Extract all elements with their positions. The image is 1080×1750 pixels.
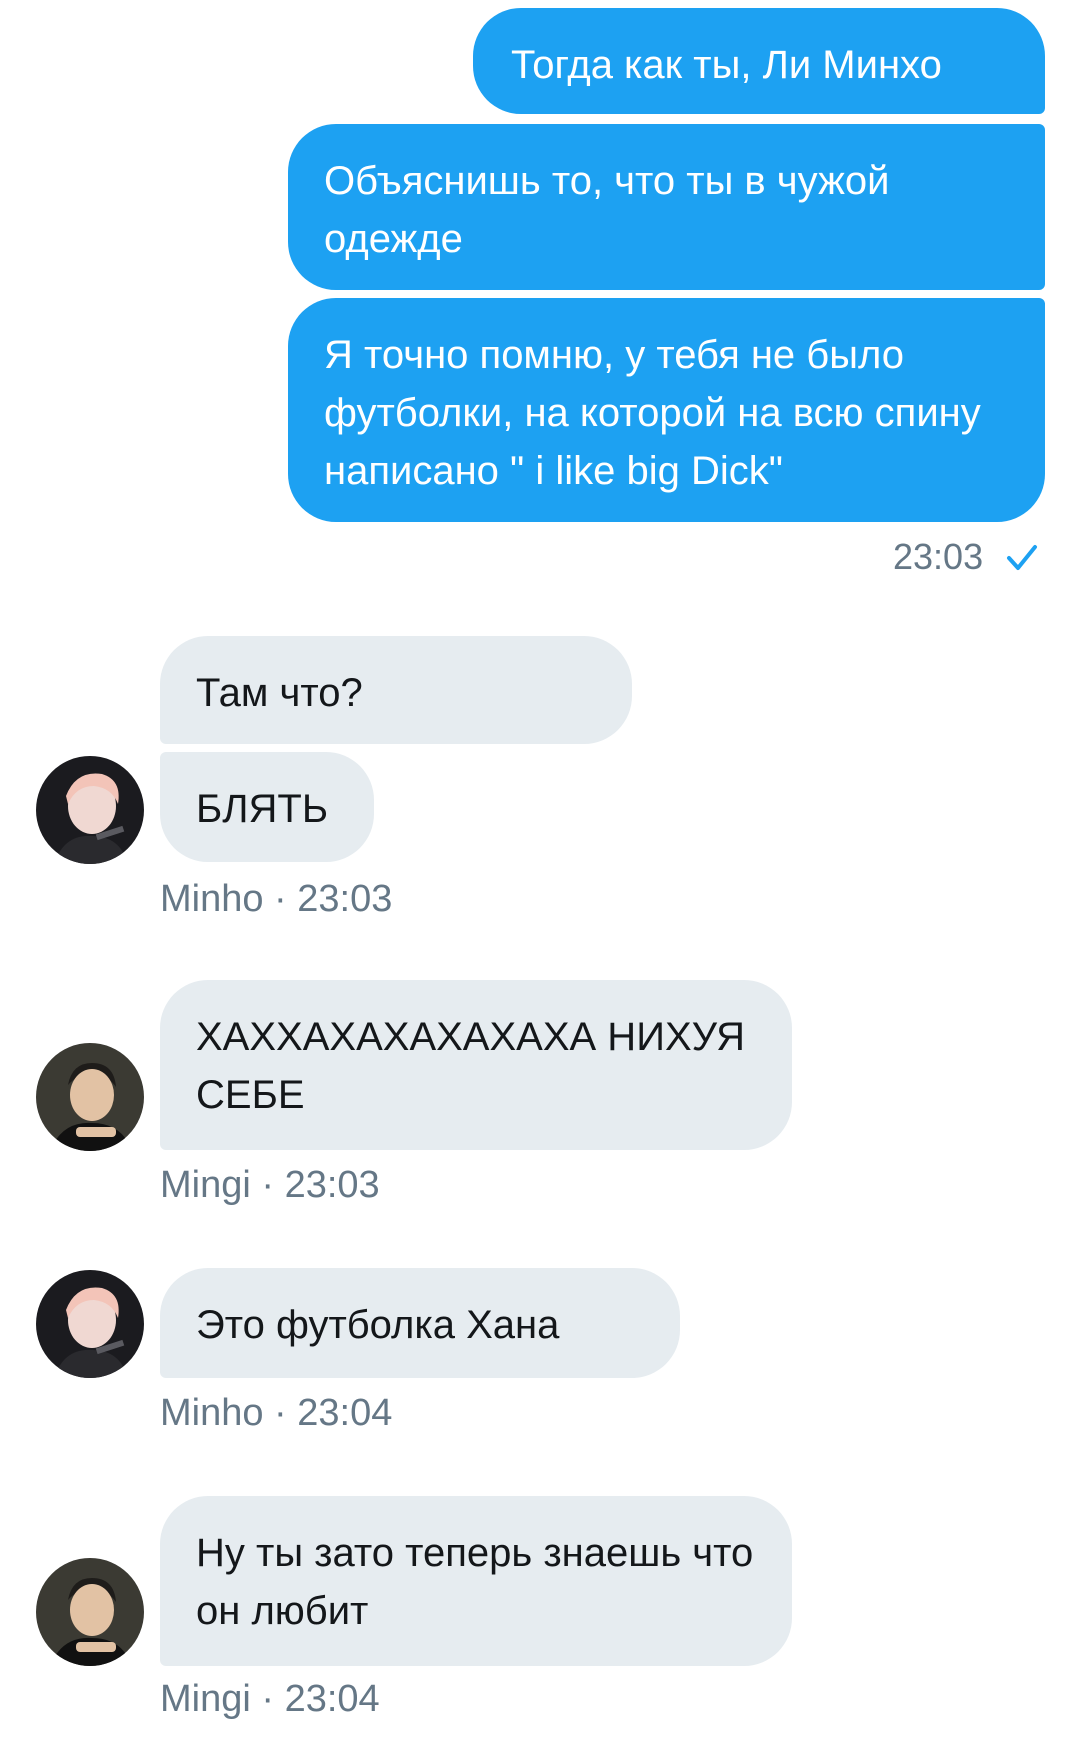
checkmark-icon [1007, 545, 1037, 570]
meta-separator: · [263, 1392, 298, 1434]
avatar-minho[interactable] [36, 1270, 144, 1378]
message-meta: Minho · 23:03 [160, 878, 392, 921]
avatar-minho[interactable] [36, 756, 144, 864]
received-message-bubble[interactable]: Там что? [160, 636, 632, 744]
sent-message-bubble[interactable]: Объяснишь то, что ты в чужой одежде [288, 124, 1045, 290]
sender-name: Mingi [160, 1678, 251, 1720]
sent-message-bubble[interactable]: Я точно помню, у тебя не было футболки, … [288, 298, 1045, 522]
message-text: Я точно помню, у тебя не было футболки, … [324, 333, 981, 493]
message-text: Это футболка Хана [196, 1303, 560, 1347]
meta-separator: · [250, 1164, 285, 1206]
message-text: Ну ты зато теперь знаешь что он любит [196, 1531, 754, 1633]
message-timestamp: 23:04 [284, 1678, 380, 1720]
sender-name: Minho [160, 1392, 264, 1434]
received-message-bubble[interactable]: Ну ты зато теперь знаешь что он любит [160, 1496, 792, 1666]
sent-timestamp: 23:03 [893, 536, 984, 577]
received-message-bubble[interactable]: БЛЯТЬ [160, 752, 374, 862]
sender-name: Minho [160, 878, 264, 920]
received-message-bubble[interactable]: Это футболка Хана [160, 1268, 680, 1378]
message-text: Тогда как ты, Ли Минхо [511, 43, 942, 87]
avatar-mingi[interactable] [36, 1558, 144, 1666]
sender-name: Mingi [160, 1164, 251, 1206]
message-text: БЛЯТЬ [196, 787, 329, 831]
meta-separator: · [263, 878, 298, 920]
meta-separator: · [250, 1678, 285, 1720]
avatar-mingi[interactable] [36, 1043, 144, 1151]
message-text: ХАХХАХАХАХАХАХА НИХУЯ СЕБЕ [196, 1015, 746, 1117]
message-text: Там что? [196, 671, 363, 715]
message-meta: Mingi · 23:04 [160, 1678, 380, 1721]
sent-message-bubble[interactable]: Тогда как ты, Ли Минхо [473, 8, 1045, 114]
message-meta: Mingi · 23:03 [160, 1164, 380, 1207]
message-timestamp: 23:04 [297, 1392, 393, 1434]
received-message-bubble[interactable]: ХАХХАХАХАХАХАХА НИХУЯ СЕБЕ [160, 980, 792, 1150]
message-meta: Minho · 23:04 [160, 1392, 392, 1435]
message-text: Объяснишь то, что ты в чужой одежде [324, 159, 890, 261]
message-timestamp: 23:03 [284, 1164, 380, 1206]
message-timestamp: 23:03 [297, 878, 393, 920]
